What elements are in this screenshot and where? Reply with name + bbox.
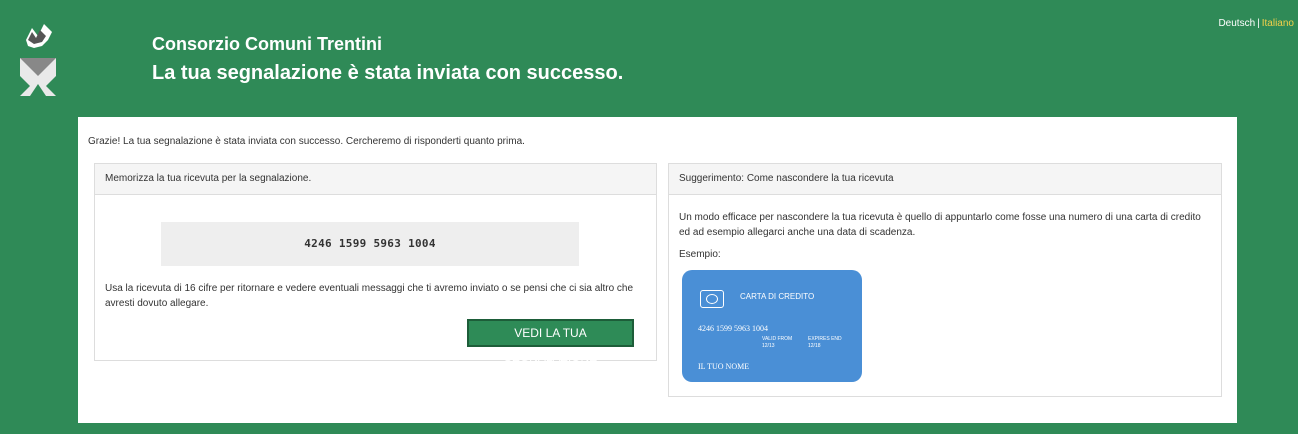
language-italiano[interactable]: Italiano xyxy=(1262,18,1294,29)
card-valid-from: VALID FROM 12/13 xyxy=(762,336,792,350)
card-title: CARTA DI CREDITO xyxy=(740,292,815,301)
card-valid-from-label: VALID FROM xyxy=(762,336,793,342)
receipt-panel: Memorizza la tua ricevuta per la segnala… xyxy=(94,163,657,364)
main-content: Grazie! La tua segnalazione è stata invi… xyxy=(78,117,1237,423)
card-valid-from-value: 12/13 xyxy=(762,343,775,349)
receipt-instructions: Usa la ricevuta di 16 cifre per ritornar… xyxy=(105,283,634,309)
receipt-code: 4246 1599 5963 1004 xyxy=(161,222,579,266)
consorzio-logo xyxy=(20,20,56,96)
example-label: Esempio: xyxy=(679,249,721,260)
language-separator: | xyxy=(1257,18,1260,29)
language-deutsch[interactable]: Deutsch xyxy=(1218,18,1255,29)
receipt-panel-title: Memorizza la tua ricevuta per la segnala… xyxy=(95,164,656,195)
view-report-button[interactable]: VEDI LA TUA SEGNALAZIONE xyxy=(467,319,634,364)
tip-text: Un modo efficace per nascondere la tua r… xyxy=(679,212,1201,238)
page-title: La tua segnalazione è stata inviata con … xyxy=(152,62,624,84)
language-switcher: Deutsch | Italiano xyxy=(1218,18,1294,29)
card-number: 4246 1599 5963 1004 xyxy=(698,324,768,333)
card-chip-icon xyxy=(700,290,724,308)
org-name: Consorzio Comuni Trentini xyxy=(152,34,382,54)
card-expires-value: 12/18 xyxy=(808,343,821,349)
success-message: Grazie! La tua segnalazione è stata invi… xyxy=(88,136,525,147)
credit-card-example: CARTA DI CREDITO 4246 1599 5963 1004 VAL… xyxy=(682,270,862,382)
tip-panel-title: Suggerimento: Come nascondere la tua ric… xyxy=(669,164,1221,195)
card-holder-name: IL TUO NOME xyxy=(698,362,750,371)
card-expires: EXPIRES END 12/18 xyxy=(808,336,842,350)
card-expires-label: EXPIRES END xyxy=(808,336,842,342)
tip-panel: Suggerimento: Come nascondere la tua ric… xyxy=(668,163,1222,397)
